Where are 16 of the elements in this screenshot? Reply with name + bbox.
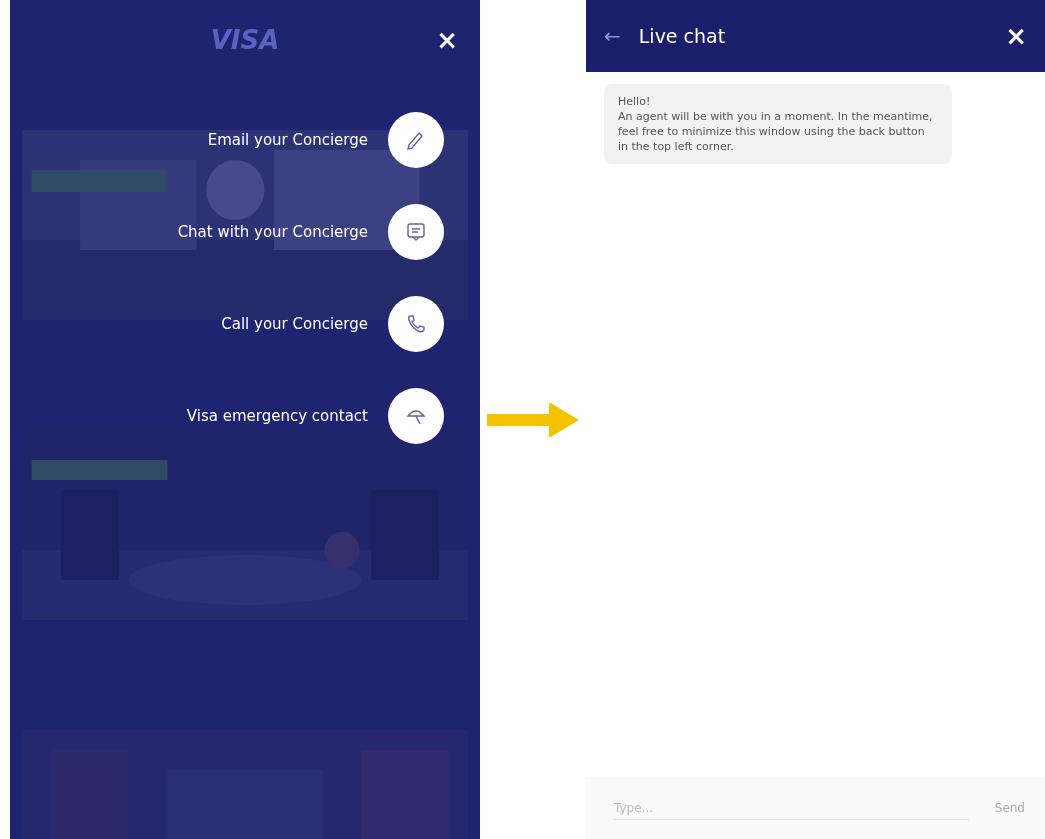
close-button[interactable]: × — [999, 21, 1033, 51]
menu-action-button[interactable] — [388, 204, 444, 260]
message-greeting: Hello! — [618, 94, 652, 109]
logo: VISA — [210, 25, 280, 55]
menu-label[interactable]: Chat with your Concierge — [177, 223, 368, 241]
message-field[interactable]: Type... — [614, 796, 969, 820]
menu-action-button[interactable] — [388, 112, 444, 168]
close-button[interactable]: × — [430, 25, 464, 55]
menu-label[interactable]: Visa emergency contact — [186, 407, 368, 425]
window-title: Live chat — [638, 25, 727, 47]
menu-action-button[interactable] — [388, 388, 444, 444]
menu-label[interactable]: Email your Concierge — [207, 131, 368, 149]
message-text: An agent will be with you in a moment. In the meantime, feel free to minimize this window using the back button in the top left corner. — [618, 109, 934, 154]
back-button[interactable]: ← — [604, 24, 621, 48]
menu-label[interactable]: Call your Concierge — [221, 315, 368, 333]
menu-action-button[interactable] — [388, 296, 444, 352]
